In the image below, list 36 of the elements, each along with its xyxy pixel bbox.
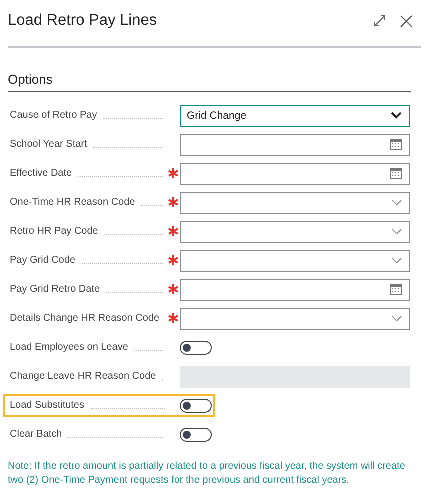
chevron-down-icon <box>392 258 402 264</box>
window-title: Load Retro Pay Lines <box>8 12 158 30</box>
field-label: Pay Grid Code <box>10 255 76 266</box>
expand-icon[interactable] <box>374 15 386 27</box>
field-label: Cause of Retro Pay <box>10 110 98 121</box>
calendar-icon <box>390 139 402 150</box>
field-label: Pay Grid Retro Date <box>10 284 100 295</box>
dropdown-field[interactable] <box>180 220 410 242</box>
note-text: Note: If the retro amount is partially related to a previous fiscal year, the system will create two (2) One-Time Payment requests for the previous and current fiscal years. <box>8 460 406 488</box>
chevron-down-icon <box>392 316 402 322</box>
calendar-icon <box>390 284 402 295</box>
field-label: School Year Start <box>10 139 88 150</box>
calendar-icon <box>390 168 402 179</box>
dropdown-field[interactable] <box>180 192 410 214</box>
chevron-down-icon <box>392 228 402 234</box>
toggle-switch[interactable] <box>180 340 212 354</box>
field-label: Load Employees on Leave <box>10 342 128 353</box>
date-field[interactable] <box>180 162 410 184</box>
dropdown-field[interactable] <box>180 250 410 272</box>
field-label: Retro HR Pay Code <box>10 226 98 237</box>
date-field[interactable] <box>180 134 410 156</box>
dropdown-field[interactable] <box>180 308 410 330</box>
field-label: One-Time HR Reason Code <box>10 197 136 208</box>
field-label: Details Change HR Reason Code <box>10 313 160 324</box>
close-icon[interactable] <box>400 14 413 28</box>
field-label: Clear Batch <box>10 429 62 440</box>
chevron-down-icon <box>392 200 402 206</box>
dropdown-field[interactable]: Grid Change <box>180 104 410 126</box>
field-label: Effective Date <box>10 168 72 179</box>
toggle-switch[interactable] <box>180 398 212 412</box>
field-label: Load Substitutes <box>10 400 84 411</box>
date-field[interactable] <box>180 278 410 300</box>
field-label: Change Leave HR Reason Code <box>10 371 156 382</box>
chevron-down-icon <box>391 112 402 119</box>
toggle-switch[interactable] <box>180 428 212 442</box>
section-title: Options <box>8 72 411 92</box>
